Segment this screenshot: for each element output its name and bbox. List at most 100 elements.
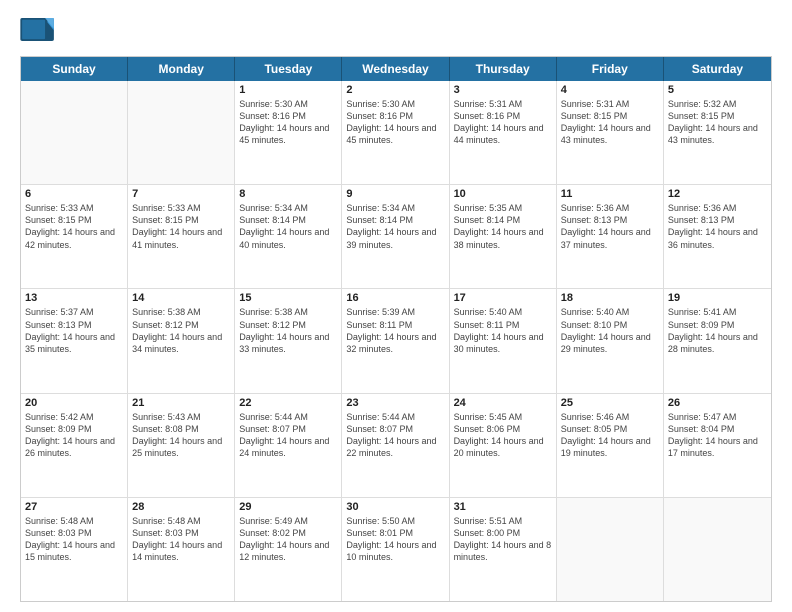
day-cell-17: 17 Sunrise: 5:40 AM Sunset: 8:11 PM Dayli…	[450, 289, 557, 392]
day-info: Sunrise: 5:48 AM Sunset: 8:03 PM Dayligh…	[132, 515, 230, 564]
day-info: Sunrise: 5:30 AM Sunset: 8:16 PM Dayligh…	[239, 98, 337, 147]
day-cell-22: 22Sunrise: 5:44 AM Sunset: 8:07 PM Dayli…	[235, 394, 342, 497]
day-info: Sunrise: 5:33 AM Sunset: 8:15 PM Dayligh…	[132, 202, 230, 251]
week-row-3: 20 Sunrise: 5:42 AM Sunset: 8:09 PM Dayli…	[21, 394, 771, 498]
day-info: Sunrise: 5:48 AM Sunset: 8:03 PM Dayligh…	[25, 515, 123, 564]
header-day-friday: Friday	[557, 57, 664, 81]
day-number: 28	[132, 501, 230, 513]
day-cell-21: 21 Sunrise: 5:43 AM Sunset: 8:08 PM Dayli…	[128, 394, 235, 497]
day-cell-27: 27 Sunrise: 5:48 AM Sunset: 8:03 PM Dayli…	[21, 498, 128, 601]
day-cell-6: 6 Sunrise: 5:33 AM Sunset: 8:15 PM Daylig…	[21, 185, 128, 288]
day-number: 6	[25, 188, 123, 200]
week-row-0: 1 Sunrise: 5:30 AM Sunset: 8:16 PM Daylig…	[21, 81, 771, 185]
day-cell-12: 12Sunrise: 5:36 AM Sunset: 8:13 PM Dayli…	[664, 185, 771, 288]
day-number: 7	[132, 188, 230, 200]
empty-cell	[664, 498, 771, 601]
day-number: 20	[25, 397, 123, 409]
header-day-monday: Monday	[128, 57, 235, 81]
day-number: 24	[454, 397, 552, 409]
day-number: 21	[132, 397, 230, 409]
day-info: Sunrise: 5:49 AM Sunset: 8:02 PM Dayligh…	[239, 515, 337, 564]
day-number: 23	[346, 397, 444, 409]
page: SundayMondayTuesdayWednesdayThursdayFrid…	[0, 0, 792, 612]
day-info: Sunrise: 5:31 AM Sunset: 8:15 PM Dayligh…	[561, 98, 659, 147]
header-day-tuesday: Tuesday	[235, 57, 342, 81]
day-number: 11	[561, 188, 659, 200]
day-number: 29	[239, 501, 337, 513]
day-cell-24: 24Sunrise: 5:45 AM Sunset: 8:06 PM Dayli…	[450, 394, 557, 497]
header-day-thursday: Thursday	[450, 57, 557, 81]
day-info: Sunrise: 5:40 AM Sunset: 8:11 PM Dayligh…	[454, 306, 552, 355]
day-cell-28: 28 Sunrise: 5:48 AM Sunset: 8:03 PM Dayli…	[128, 498, 235, 601]
day-cell-30: 30 Sunrise: 5:50 AM Sunset: 8:01 PM Dayli…	[342, 498, 449, 601]
day-cell-18: 18Sunrise: 5:40 AM Sunset: 8:10 PM Dayli…	[557, 289, 664, 392]
day-number: 12	[668, 188, 767, 200]
day-info: Sunrise: 5:51 AM Sunset: 8:00 PM Dayligh…	[454, 515, 552, 564]
day-cell-8: 8 Sunrise: 5:34 AM Sunset: 8:14 PM Daylig…	[235, 185, 342, 288]
day-number: 1	[239, 84, 337, 96]
day-cell-4: 4 Sunrise: 5:31 AM Sunset: 8:15 PM Daylig…	[557, 81, 664, 184]
day-number: 5	[668, 84, 767, 96]
day-cell-14: 14Sunrise: 5:38 AM Sunset: 8:12 PM Dayli…	[128, 289, 235, 392]
day-info: Sunrise: 5:33 AM Sunset: 8:15 PM Dayligh…	[25, 202, 123, 251]
day-cell-9: 9 Sunrise: 5:34 AM Sunset: 8:14 PM Daylig…	[342, 185, 449, 288]
day-info: Sunrise: 5:44 AM Sunset: 8:07 PM Dayligh…	[346, 411, 444, 460]
day-info: Sunrise: 5:34 AM Sunset: 8:14 PM Dayligh…	[239, 202, 337, 251]
day-number: 13	[25, 292, 123, 304]
logo	[20, 18, 60, 48]
day-number: 2	[346, 84, 444, 96]
day-number: 19	[668, 292, 767, 304]
day-number: 10	[454, 188, 552, 200]
calendar-body: 1 Sunrise: 5:30 AM Sunset: 8:16 PM Daylig…	[21, 81, 771, 601]
day-info: Sunrise: 5:41 AM Sunset: 8:09 PM Dayligh…	[668, 306, 767, 355]
day-number: 8	[239, 188, 337, 200]
day-cell-31: 31 Sunrise: 5:51 AM Sunset: 8:00 PM Dayli…	[450, 498, 557, 601]
day-info: Sunrise: 5:43 AM Sunset: 8:08 PM Dayligh…	[132, 411, 230, 460]
day-cell-19: 19 Sunrise: 5:41 AM Sunset: 8:09 PM Dayli…	[664, 289, 771, 392]
day-cell-25: 25 Sunrise: 5:46 AM Sunset: 8:05 PM Dayli…	[557, 394, 664, 497]
day-number: 4	[561, 84, 659, 96]
day-info: Sunrise: 5:38 AM Sunset: 8:12 PM Dayligh…	[239, 306, 337, 355]
day-number: 27	[25, 501, 123, 513]
header-day-sunday: Sunday	[21, 57, 128, 81]
day-number: 30	[346, 501, 444, 513]
day-number: 16	[346, 292, 444, 304]
day-cell-3: 3 Sunrise: 5:31 AM Sunset: 8:16 PM Daylig…	[450, 81, 557, 184]
day-number: 31	[454, 501, 552, 513]
day-number: 9	[346, 188, 444, 200]
day-number: 3	[454, 84, 552, 96]
calendar-header: SundayMondayTuesdayWednesdayThursdayFrid…	[21, 57, 771, 81]
week-row-1: 6 Sunrise: 5:33 AM Sunset: 8:15 PM Daylig…	[21, 185, 771, 289]
empty-cell	[557, 498, 664, 601]
day-cell-10: 10 Sunrise: 5:35 AM Sunset: 8:14 PM Dayli…	[450, 185, 557, 288]
day-info: Sunrise: 5:47 AM Sunset: 8:04 PM Dayligh…	[668, 411, 767, 460]
day-number: 25	[561, 397, 659, 409]
day-number: 15	[239, 292, 337, 304]
day-number: 17	[454, 292, 552, 304]
day-info: Sunrise: 5:36 AM Sunset: 8:13 PM Dayligh…	[561, 202, 659, 251]
header-day-saturday: Saturday	[664, 57, 771, 81]
day-number: 18	[561, 292, 659, 304]
empty-cell	[128, 81, 235, 184]
day-info: Sunrise: 5:37 AM Sunset: 8:13 PM Dayligh…	[25, 306, 123, 355]
logo-icon	[20, 18, 56, 48]
day-info: Sunrise: 5:34 AM Sunset: 8:14 PM Dayligh…	[346, 202, 444, 251]
empty-cell	[21, 81, 128, 184]
day-cell-15: 15 Sunrise: 5:38 AM Sunset: 8:12 PM Dayli…	[235, 289, 342, 392]
day-info: Sunrise: 5:31 AM Sunset: 8:16 PM Dayligh…	[454, 98, 552, 147]
day-info: Sunrise: 5:32 AM Sunset: 8:15 PM Dayligh…	[668, 98, 767, 147]
day-info: Sunrise: 5:46 AM Sunset: 8:05 PM Dayligh…	[561, 411, 659, 460]
day-cell-29: 29 Sunrise: 5:49 AM Sunset: 8:02 PM Dayli…	[235, 498, 342, 601]
day-cell-7: 7 Sunrise: 5:33 AM Sunset: 8:15 PM Daylig…	[128, 185, 235, 288]
day-number: 22	[239, 397, 337, 409]
day-number: 26	[668, 397, 767, 409]
day-cell-23: 23 Sunrise: 5:44 AM Sunset: 8:07 PM Dayli…	[342, 394, 449, 497]
day-info: Sunrise: 5:35 AM Sunset: 8:14 PM Dayligh…	[454, 202, 552, 251]
header-day-wednesday: Wednesday	[342, 57, 449, 81]
day-info: Sunrise: 5:42 AM Sunset: 8:09 PM Dayligh…	[25, 411, 123, 460]
day-info: Sunrise: 5:50 AM Sunset: 8:01 PM Dayligh…	[346, 515, 444, 564]
day-cell-11: 11 Sunrise: 5:36 AM Sunset: 8:13 PM Dayli…	[557, 185, 664, 288]
week-row-4: 27 Sunrise: 5:48 AM Sunset: 8:03 PM Dayli…	[21, 498, 771, 601]
day-cell-20: 20 Sunrise: 5:42 AM Sunset: 8:09 PM Dayli…	[21, 394, 128, 497]
day-number: 14	[132, 292, 230, 304]
